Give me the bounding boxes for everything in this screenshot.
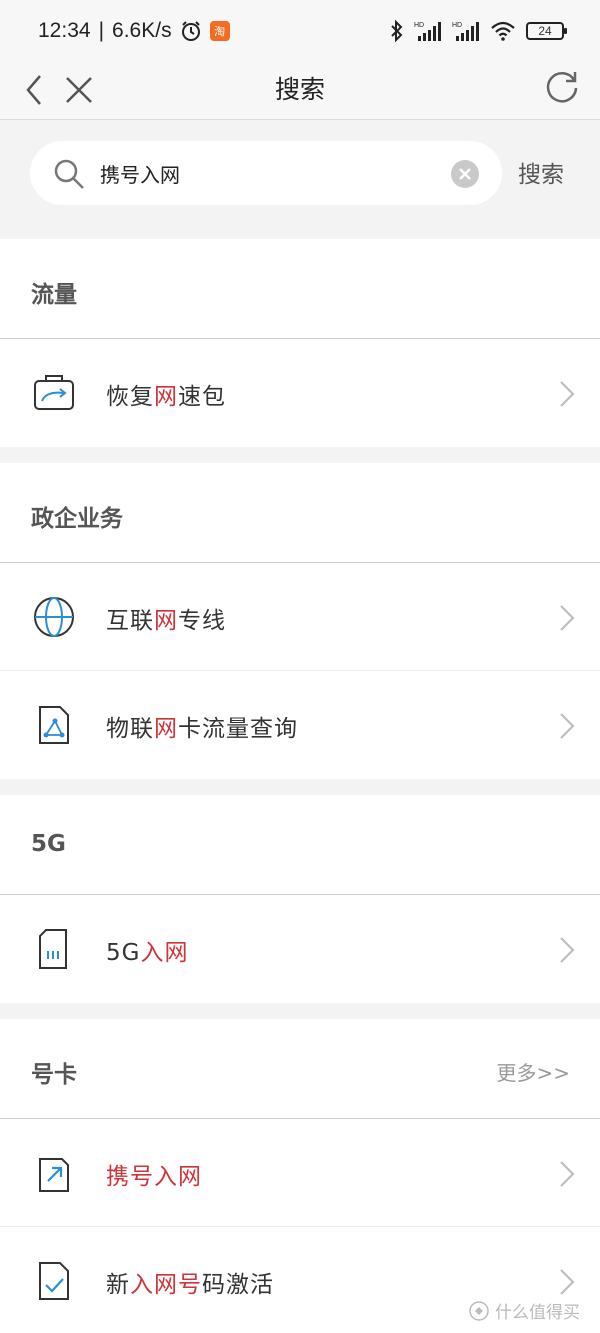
watermark: 什么值得买 <box>469 1298 580 1323</box>
status-left: 12:34 | 6.6K/s 淘 <box>38 19 230 43</box>
status-time: 12:34 <box>38 19 91 42</box>
list-item[interactable]: 物联网卡流量查询 <box>0 671 600 779</box>
item-label: 新入网号码激活 <box>106 1272 274 1298</box>
section-title: 政企业务 <box>31 506 123 532</box>
list-item[interactable]: 携号入网 <box>0 1119 600 1227</box>
list-item[interactable]: 5G入网 <box>0 895 600 1003</box>
status-divider: | <box>98 19 105 42</box>
refresh-icon[interactable] <box>542 68 582 108</box>
clear-icon[interactable] <box>450 159 480 189</box>
section-number-card: 号卡 更多>> 携号入网 新入网号码激活 <box>0 1019 600 1333</box>
section-header: 号卡 更多>> <box>0 1019 600 1119</box>
signal-hd-2-icon: HD <box>452 22 479 41</box>
search-area: 搜索 <box>0 121 600 239</box>
item-label: 恢复网速包 <box>106 384 226 410</box>
page-title: 搜索 <box>274 75 325 104</box>
check-card-icon <box>39 1262 69 1300</box>
chevron-right-icon <box>560 1161 575 1187</box>
search-input[interactable] <box>100 151 460 195</box>
chevron-right-icon <box>560 381 575 407</box>
globe-icon <box>34 597 74 637</box>
list-item[interactable]: 互联网专线 <box>0 563 600 671</box>
svg-text:HD: HD <box>414 22 424 29</box>
status-bar: 12:34 | 6.6K/s 淘 HD HD 24 <box>0 0 600 62</box>
watermark-logo-icon <box>469 1300 489 1321</box>
battery-icon: 24 <box>526 22 567 40</box>
search-box[interactable] <box>30 141 502 205</box>
svg-text:HD: HD <box>452 22 462 29</box>
section-5g: 5G 5G入网 <box>0 795 600 1003</box>
transfer-bag-icon <box>34 375 74 410</box>
more-link[interactable]: 更多>> <box>496 1057 570 1086</box>
signal-hd-1-icon: HD <box>414 22 441 41</box>
item-label: 5G入网 <box>106 940 189 966</box>
search-button[interactable]: 搜索 <box>518 155 564 189</box>
watermark-text: 什么值得买 <box>495 1303 580 1323</box>
taobao-app-icon: 淘 <box>209 21 230 41</box>
list-item[interactable]: 恢复网速包 <box>0 339 600 447</box>
section-header: 5G <box>0 795 600 895</box>
section-traffic: 流量 恢复网速包 <box>0 239 600 447</box>
section-enterprise: 政企业务 互联网专线 物联网卡流量查询 <box>0 463 600 779</box>
battery-level: 24 <box>538 24 552 38</box>
item-label: 携号入网 <box>106 1164 202 1190</box>
wifi-icon <box>491 21 515 41</box>
item-label: 互联网专线 <box>106 608 226 634</box>
section-header: 政企业务 <box>0 463 600 563</box>
chevron-right-icon <box>560 937 575 963</box>
section-title: 号卡 <box>31 1062 77 1088</box>
section-header: 流量 <box>0 239 600 339</box>
bluetooth-icon <box>391 20 403 42</box>
nav-bar: 搜索 <box>0 62 600 120</box>
iot-card-icon <box>39 706 69 744</box>
chevron-right-icon <box>560 713 575 739</box>
item-label: 物联网卡流量查询 <box>106 716 298 742</box>
chevron-right-icon <box>560 1269 575 1295</box>
network-speed: 6.6K/s <box>112 19 172 42</box>
sim-card-icon <box>39 929 67 969</box>
status-right: HD HD 24 <box>390 20 567 42</box>
arrow-box-icon <box>39 1158 69 1192</box>
chevron-right-icon <box>560 605 575 631</box>
alarm-icon <box>181 21 200 41</box>
search-icon <box>54 159 84 189</box>
section-title: 5G <box>31 831 66 857</box>
section-title: 流量 <box>31 282 77 308</box>
